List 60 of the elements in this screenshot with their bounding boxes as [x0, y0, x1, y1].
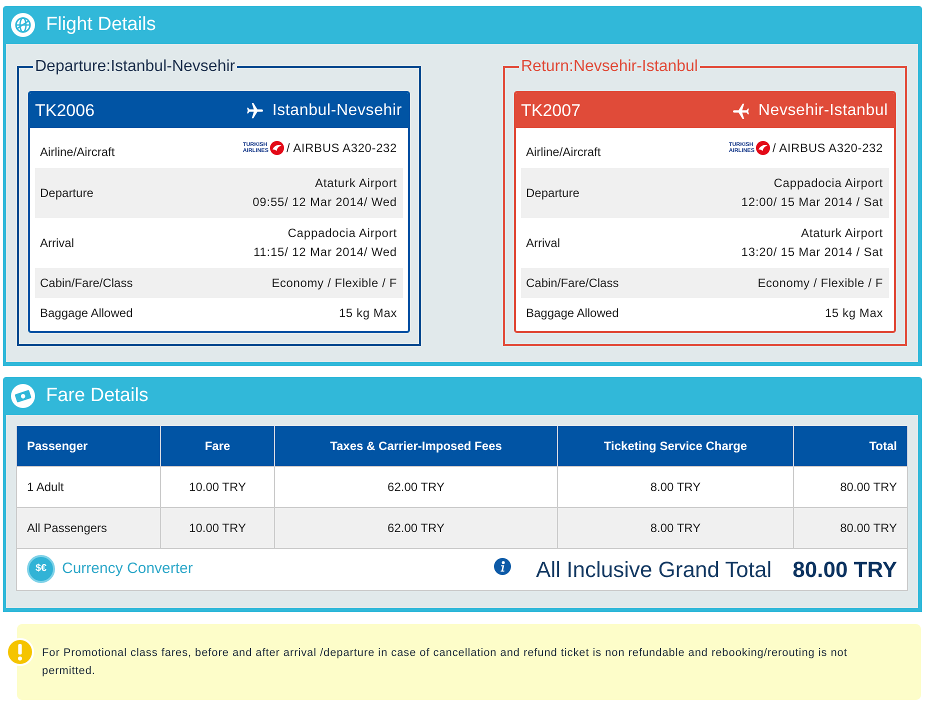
route-label: Istanbul-Nevsehir — [272, 100, 402, 120]
column-header: Ticketing Service Charge — [558, 426, 794, 466]
column-header: Fare — [160, 426, 274, 466]
panel-title: Fare Details — [46, 384, 148, 408]
info-icon[interactable] — [494, 558, 512, 574]
fieldset-legend: Departure:Istanbul-Nevsehir — [33, 57, 238, 76]
banknote-icon — [11, 384, 35, 408]
table-cell: 8.00 TRY — [558, 466, 794, 507]
table-cell: 80.00 TRY — [794, 466, 908, 507]
detail-value: 13:20/ 15 Mar 2014 / Sat — [741, 244, 883, 261]
table-cell: 10.00 TRY — [160, 466, 274, 507]
currency-exchange-icon: $€ — [27, 555, 55, 583]
detail-value: 15 kg Max — [824, 305, 883, 322]
airline-emblem-icon — [270, 141, 284, 155]
table-cell: 10.00 TRY — [160, 507, 274, 548]
detail-value: Economy / Flexible / F — [758, 275, 883, 292]
globe-icon — [11, 13, 35, 37]
flight-number: TK2007 — [521, 100, 581, 122]
detail-label: Baggage Allowed — [40, 305, 133, 322]
table-cell: 8.00 TRY — [558, 507, 794, 548]
table-cell: 62.00 TRY — [274, 466, 558, 507]
plane-icon — [247, 102, 264, 118]
flight-number: TK2006 — [35, 100, 95, 122]
detail-value: Cappadocia Airport — [774, 175, 883, 192]
table-cell: 62.00 TRY — [274, 507, 558, 548]
table-cell: 1 Adult — [16, 466, 160, 507]
detail-label: Arrival — [40, 235, 74, 252]
detail-label: Baggage Allowed — [526, 305, 619, 322]
detail-label: Cabin/Fare/Class — [526, 275, 619, 292]
detail-label: Airline/Aircraft — [40, 144, 115, 161]
column-header: Passenger — [16, 426, 160, 466]
detail-value: / AIRBUS A320-232 — [286, 140, 397, 157]
detail-value: 12:00/ 15 Mar 2014 / Sat — [741, 194, 883, 211]
panel-title: Flight Details — [46, 12, 156, 37]
column-header: Taxes & Carrier-Imposed Fees — [274, 426, 558, 466]
plane-icon — [733, 102, 750, 118]
table-cell: 80.00 TRY — [794, 507, 908, 548]
detail-label: Airline/Aircraft — [526, 144, 601, 161]
detail-value: 09:55/ 12 Mar 2014/ Wed — [252, 194, 397, 211]
table-cell: All Passengers — [16, 507, 160, 548]
detail-label: Departure — [526, 185, 580, 202]
detail-label: Departure — [40, 185, 94, 202]
detail-label: Cabin/Fare/Class — [40, 275, 133, 292]
detail-value: / AIRBUS A320-232 — [772, 140, 883, 157]
detail-label: Arrival — [526, 235, 560, 252]
fieldset-legend: Return:Nevsehir-Istanbul — [519, 57, 700, 76]
route-label: Nevsehir-Istanbul — [758, 100, 888, 120]
grand-total-value: 80.00 TRY — [792, 556, 897, 584]
notice-text: For Promotional class fares, before and after arrival /departure in case of cancellation and refund ticket is non refundable and rebooking/rerouting is not permitted. — [42, 646, 848, 678]
detail-value: Ataturk Airport — [314, 175, 397, 192]
airline-emblem-icon — [756, 141, 770, 155]
warning-icon — [6, 638, 34, 666]
currency-converter-link[interactable]: Currency Converter — [62, 558, 193, 580]
column-header: Total — [794, 426, 908, 466]
detail-value: Ataturk Airport — [800, 225, 883, 242]
detail-value: 11:15/ 12 Mar 2014/ Wed — [253, 244, 397, 261]
detail-value: Cappadocia Airport — [288, 225, 397, 242]
detail-value: Economy / Flexible / F — [272, 275, 397, 292]
grand-total-label: All Inclusive Grand Total — [536, 556, 772, 584]
detail-value: 15 kg Max — [338, 305, 397, 322]
